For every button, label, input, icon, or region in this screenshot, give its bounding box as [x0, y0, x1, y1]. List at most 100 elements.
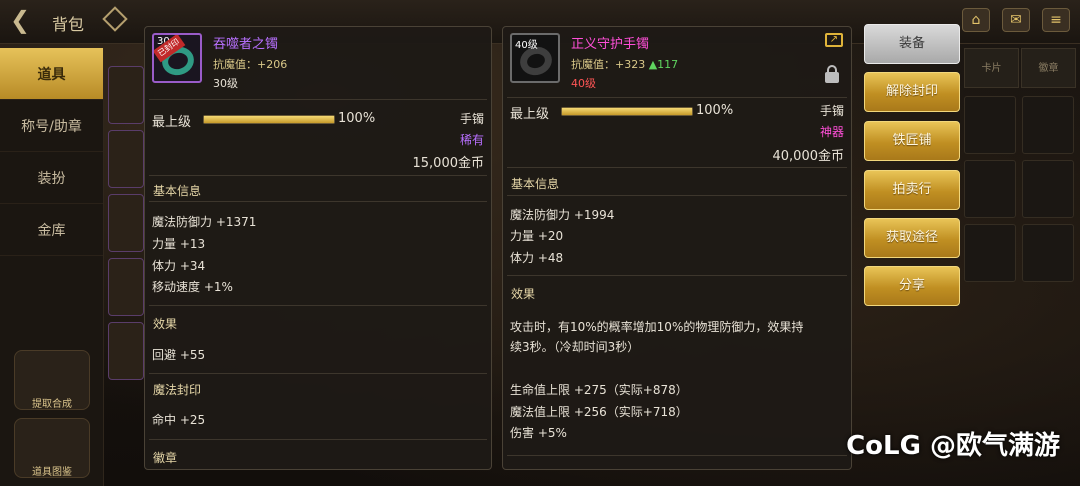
dark-bracelet-icon: 40级 [510, 33, 560, 83]
extract-synth-button[interactable]: 提取合成 [14, 350, 90, 410]
magic-resist-line: 抗魔值：+323 ▲117 [571, 56, 678, 72]
back-arrow-icon[interactable]: ❮ [10, 6, 30, 34]
item-level: 30级 [213, 77, 238, 90]
magic-resist-label: 抗魔值： [571, 58, 615, 71]
inventory-slot[interactable] [108, 194, 144, 252]
grid-slot[interactable] [1022, 224, 1074, 282]
tab-cards[interactable]: 卡片 [964, 48, 1019, 88]
blacksmith-button[interactable]: 铁匠铺 [864, 121, 960, 161]
obtain-source-button[interactable]: 获取途径 [864, 218, 960, 258]
divider [149, 99, 487, 100]
stat-line: 体力 +48 [510, 251, 564, 265]
item-codex-button[interactable]: 道具图鉴 [14, 418, 90, 478]
magic-resist-increase: ▲117 [648, 58, 679, 71]
divider [507, 97, 847, 98]
nav-item-vault[interactable]: 金库 [0, 204, 103, 256]
magic-resist-line: 抗魔值：+206 [213, 56, 287, 72]
emblem-title: 徽章 [153, 451, 178, 465]
grade-percent: 100% [696, 103, 734, 118]
mail-icon[interactable]: ✉ [1002, 8, 1030, 32]
effect-description: 续3秒。（冷却时间3秒） [510, 340, 640, 354]
inventory-slot[interactable] [108, 322, 144, 380]
item-name: 正义守护手镯 [571, 37, 650, 52]
divider [149, 175, 487, 176]
nav-item-titles[interactable]: 称号/助章 [0, 100, 103, 152]
grade-fill [562, 108, 692, 115]
slot-type: 手镯 [819, 104, 844, 118]
left-nav: 道具 称号/助章 装扮 金库 提取合成 道具图鉴 [0, 48, 104, 486]
inventory-thumbnails [108, 66, 144, 386]
divider [149, 439, 487, 440]
page-title: 背包 [52, 15, 85, 34]
equipment-grid: 卡片 徽章 [964, 48, 1076, 282]
grade-label: 最上级 [152, 115, 192, 130]
item-tooltip-right: 40级 正义守护手镯 抗魔值：+323 ▲117 40级 ↗ 最上级 100% … [502, 26, 852, 470]
nav-item-avatar[interactable]: 装扮 [0, 152, 103, 204]
slot-type: 手镯 [459, 112, 484, 126]
inventory-slot[interactable] [108, 130, 144, 188]
stat-line: 伤害 +5% [510, 426, 567, 440]
share-icon[interactable]: ↗ [825, 33, 843, 47]
diamond-icon[interactable] [102, 6, 128, 32]
magic-resist-value: +206 [257, 58, 288, 71]
divider [149, 305, 487, 306]
jade-bracelet-icon: 30 已封印 [152, 33, 202, 83]
grade-bar [203, 115, 335, 124]
effect-title: 效果 [511, 287, 536, 301]
grid-slot[interactable] [964, 224, 1016, 282]
equip-button[interactable]: 装备 [864, 24, 960, 64]
stat-line: 命中 +25 [152, 413, 206, 427]
stat-line: 魔法防御力 +1994 [510, 208, 615, 222]
unseal-button[interactable]: 解除封印 [864, 72, 960, 112]
rarity-label: 神器 [819, 125, 844, 139]
item-name: 吞噬者之镯 [213, 37, 279, 52]
tab-emblems[interactable]: 徽章 [1021, 48, 1076, 88]
grid-tabs: 卡片 徽章 [964, 48, 1076, 88]
top-right-icons: ⌂ ✉ ≡ [962, 8, 1070, 32]
lock-icon[interactable] [825, 65, 839, 83]
divider [507, 167, 847, 168]
inventory-slot[interactable] [108, 258, 144, 316]
inventory-slot[interactable] [108, 66, 144, 124]
grid-slot[interactable] [1022, 160, 1074, 218]
stat-line: 魔法防御力 +1371 [152, 215, 257, 229]
stat-line: 体力 +34 [152, 259, 206, 273]
stat-line: 力量 +13 [152, 237, 206, 251]
divider [507, 195, 847, 196]
magic-resist-value: +323 [615, 58, 646, 71]
grade-fill [204, 116, 334, 123]
sell-price: 15,000金币 [412, 156, 485, 171]
basic-info-title: 基本信息 [153, 184, 202, 198]
icon-level-label: 40级 [515, 40, 538, 51]
item-level: 40级 [571, 77, 596, 90]
nav-item-items[interactable]: 道具 [0, 48, 103, 100]
stat-line: 生命值上限 +275（实际+878） [510, 383, 688, 397]
divider [149, 373, 487, 374]
grid-slot[interactable] [964, 96, 1016, 154]
item-tooltip-left: 30 已封印 吞噬者之镯 抗魔值：+206 30级 最上级 100% 手镯 稀有… [144, 26, 492, 470]
divider [507, 275, 847, 276]
sell-price: 40,000金币 [772, 149, 845, 164]
effect-title: 效果 [153, 317, 178, 331]
shop-icon[interactable]: ⌂ [962, 8, 990, 32]
grid-slot[interactable] [1022, 96, 1074, 154]
share-button[interactable]: 分享 [864, 266, 960, 306]
effect-description: 攻击时，有10%的概率增加10%的物理防御力，效果持 [510, 320, 804, 334]
stat-line: 移动速度 +1% [152, 280, 233, 294]
stat-line: 回避 +55 [152, 348, 206, 362]
grade-percent: 100% [338, 111, 376, 126]
basic-info-title: 基本信息 [511, 177, 560, 191]
menu-icon[interactable]: ≡ [1042, 8, 1070, 32]
stat-line: 力量 +20 [510, 229, 564, 243]
stat-line: 魔法值上限 +256（实际+718） [510, 405, 688, 419]
divider [149, 201, 487, 202]
grade-bar [561, 107, 693, 116]
grid-slot[interactable] [964, 160, 1016, 218]
auction-house-button[interactable]: 拍卖行 [864, 170, 960, 210]
magic-resist-label: 抗魔值： [213, 58, 257, 71]
magic-seal-title: 魔法封印 [153, 383, 202, 397]
watermark: CoLG @欧气满游 [846, 431, 1060, 461]
divider [507, 455, 847, 456]
grade-label: 最上级 [510, 107, 550, 122]
grid-cells [964, 96, 1076, 282]
